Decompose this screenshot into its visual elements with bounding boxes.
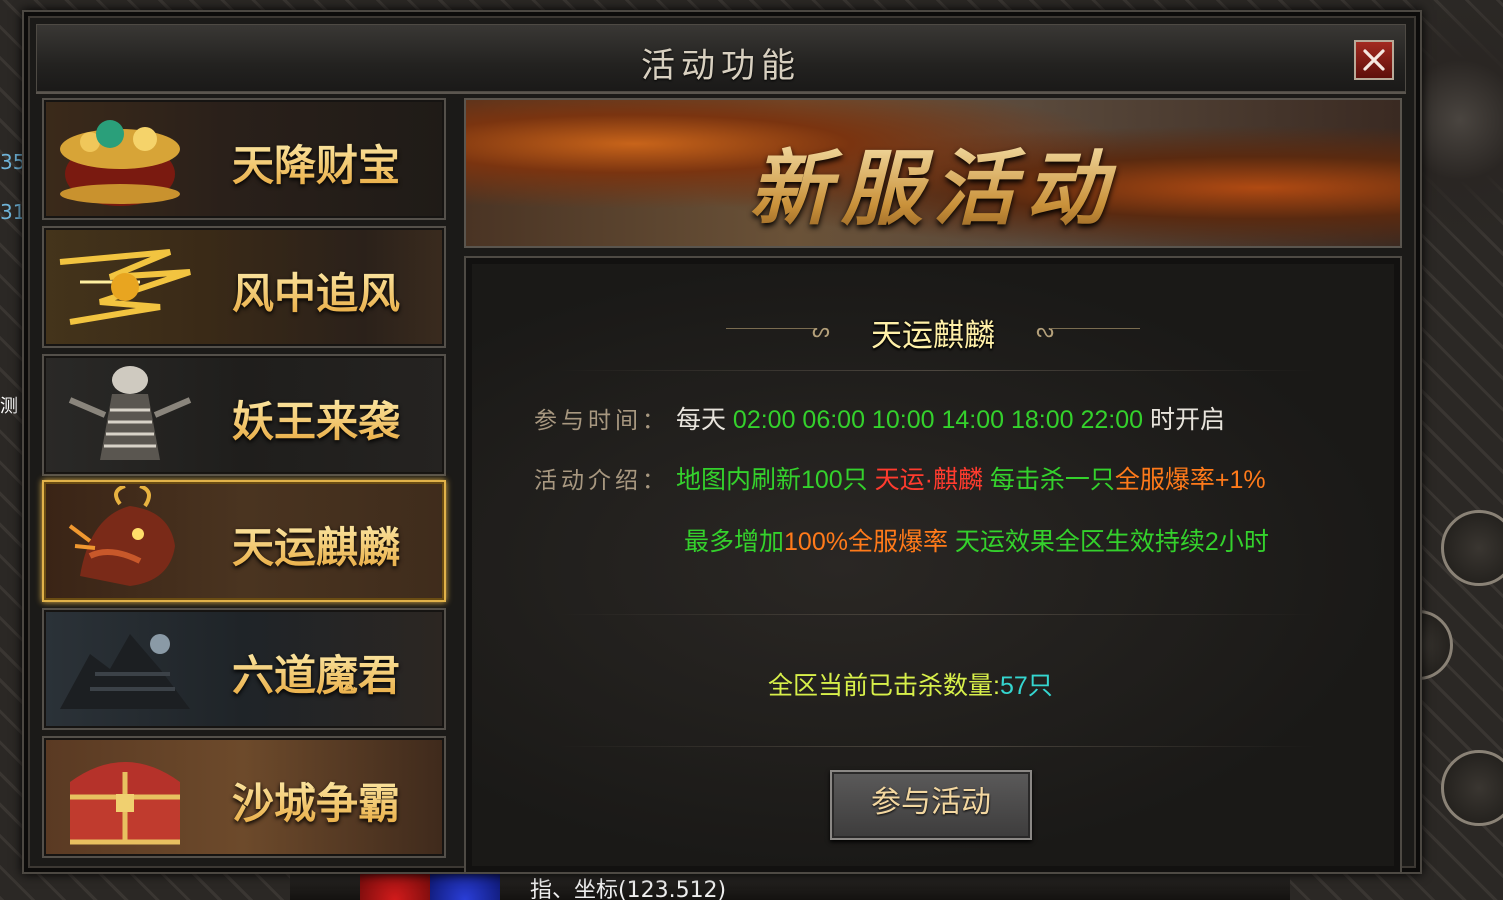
menu-label: 沙城争霸 (232, 770, 400, 831)
join-activity-button[interactable]: 参与活动 (830, 770, 1032, 840)
menu-item-shachengzhengba[interactable]: 沙城争霸 (42, 736, 446, 858)
time-label: 参与时间： (534, 408, 669, 434)
side-skill-button-3[interactable] (1441, 750, 1503, 826)
menu-item-liudaomojun[interactable]: 六道魔君 (42, 608, 446, 730)
qilin-icon (68, 486, 175, 586)
menu-item-fengzhongzhuifeng[interactable]: 风中追风 (42, 226, 446, 348)
intro-text-a: 地图内刷新100只 (675, 466, 868, 494)
intro-text-max: 最多增加 (684, 528, 785, 556)
side-skill-button-1[interactable] (1441, 510, 1503, 586)
menu-label: 风中追风 (232, 260, 400, 321)
intro-row-1: 活动介绍： 地图内刷新100只 天运·麒麟 每击杀一只全服爆率+1% (534, 460, 1266, 496)
divider (556, 370, 1316, 371)
intro-row-2: 最多增加100%全服爆率 天运效果全区生效持续2小时 (684, 522, 1269, 558)
divider (556, 746, 1316, 747)
chat-coord-text: 指、坐标(123.512) (530, 878, 727, 900)
bg-char: 测 (0, 396, 18, 417)
header-line-right (1050, 328, 1140, 329)
window-title: 活动功能 (641, 46, 801, 86)
activity-window: 活动功能 天降财宝 风中追风 妖王来袭 天运麒麟 六道魔君 沙城争霸 新服活动 … (22, 10, 1422, 874)
banner-title: 新服活动 (466, 122, 1400, 241)
section-title: 天运麒麟 (871, 318, 995, 353)
intro-text-c: 每击杀一只 (989, 466, 1115, 494)
close-icon (1363, 49, 1385, 71)
window-titlebar: 活动功能 (36, 24, 1406, 94)
kill-count-label: 全区当前已击杀数量: (768, 672, 1000, 700)
time-values: 02:00 06:00 10:00 14:00 18:00 22:00 (732, 406, 1144, 434)
menu-item-tianyunqilin[interactable]: 天运麒麟 (42, 480, 446, 602)
event-detail-panel: ᔕ 天运麒麟 ᔓ 参与时间： 每天 02:00 06:00 10:00 14:0… (464, 256, 1402, 874)
intro-label: 活动介绍： (534, 468, 669, 494)
wind-runner-icon (59, 249, 191, 325)
kill-count-row: 全区当前已击杀数量:57只 (768, 666, 1053, 702)
event-banner: 新服活动 (464, 98, 1402, 248)
section-header: ᔕ 天运麒麟 ᔓ (466, 308, 1400, 353)
menu-item-tianjiangcaibao[interactable]: 天降财宝 (42, 98, 446, 220)
skeleton-king-icon (68, 366, 192, 460)
menu-label: 六道魔君 (232, 642, 400, 703)
close-button[interactable] (1354, 40, 1394, 80)
ornament-right-icon: ᔓ (1036, 318, 1054, 342)
intro-max-rate: 100%全服爆率 (784, 528, 948, 556)
game-screen: 35 31 测 指、坐标(123.512) 活动功能 天降财宝 风中追风 妖王来… (0, 0, 1503, 900)
intro-monster-name: 天运·麒麟 (874, 466, 983, 494)
time-prefix: 每天 (675, 406, 726, 434)
menu-item-yaowanglaixi[interactable]: 妖王来袭 (42, 354, 446, 476)
demon-lord-icon (60, 634, 190, 709)
intro-drop-rate: 全服爆率+1% (1114, 466, 1266, 494)
time-suffix: 时开启 (1149, 406, 1225, 434)
menu-label: 天运麒麟 (232, 514, 400, 575)
divider (556, 614, 1316, 615)
kill-count-value: 57只 (999, 672, 1053, 700)
treasure-pot-icon (60, 120, 180, 206)
menu-label: 妖王来袭 (232, 388, 400, 449)
treasure-chest-icon (70, 762, 180, 845)
intro-duration: 天运效果全区生效持续2小时 (954, 528, 1269, 556)
menu-label: 天降财宝 (232, 132, 400, 193)
time-row: 参与时间： 每天 02:00 06:00 10:00 14:00 18:00 2… (534, 400, 1225, 436)
